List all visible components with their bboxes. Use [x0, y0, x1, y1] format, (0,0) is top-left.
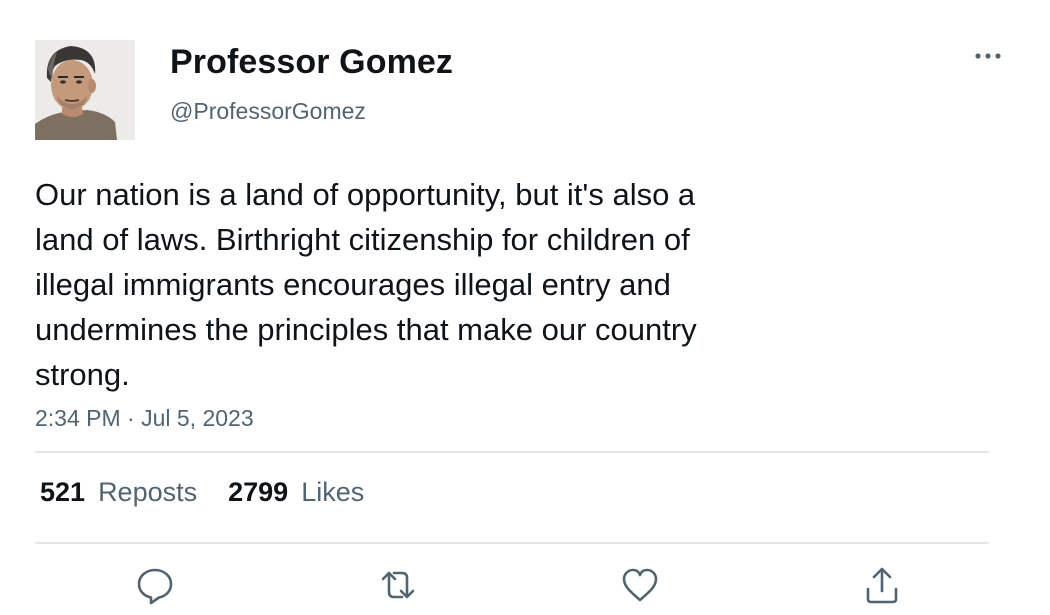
- likes-count[interactable]: 2799: [228, 477, 288, 508]
- divider: [35, 451, 989, 453]
- author-display-name[interactable]: Professor Gomez: [170, 43, 453, 82]
- like-icon[interactable]: [620, 565, 660, 605]
- tweet-text-line: strong.: [35, 357, 130, 392]
- divider: [35, 542, 989, 544]
- repost-icon[interactable]: [378, 565, 418, 605]
- tweet-text: Our nation is a land of opportunity, but…: [35, 172, 835, 397]
- author-handle[interactable]: @ProfessorGomez: [170, 98, 366, 125]
- reposts-label[interactable]: Reposts: [98, 477, 197, 508]
- tweet-text-line: Our nation is a land of opportunity, but…: [35, 177, 696, 212]
- more-options-icon[interactable]: [972, 46, 1004, 66]
- engagement-stats: 521 Reposts 2799 Likes: [40, 477, 395, 508]
- reposts-count[interactable]: 521: [40, 477, 85, 508]
- share-icon[interactable]: [862, 565, 902, 605]
- reply-icon[interactable]: [135, 565, 175, 605]
- likes-label[interactable]: Likes: [301, 477, 364, 508]
- avatar-portrait-image: [35, 40, 135, 140]
- tweet-text-line: illegal immigrants encourages illegal en…: [35, 267, 671, 302]
- tweet-text-line: undermines the principles that make our …: [35, 312, 697, 347]
- avatar[interactable]: [35, 40, 135, 140]
- tweet-text-line: land of laws. Birthright citizenship for…: [35, 222, 690, 257]
- tweet-timestamp[interactable]: 2:34 PM · Jul 5, 2023: [35, 405, 254, 432]
